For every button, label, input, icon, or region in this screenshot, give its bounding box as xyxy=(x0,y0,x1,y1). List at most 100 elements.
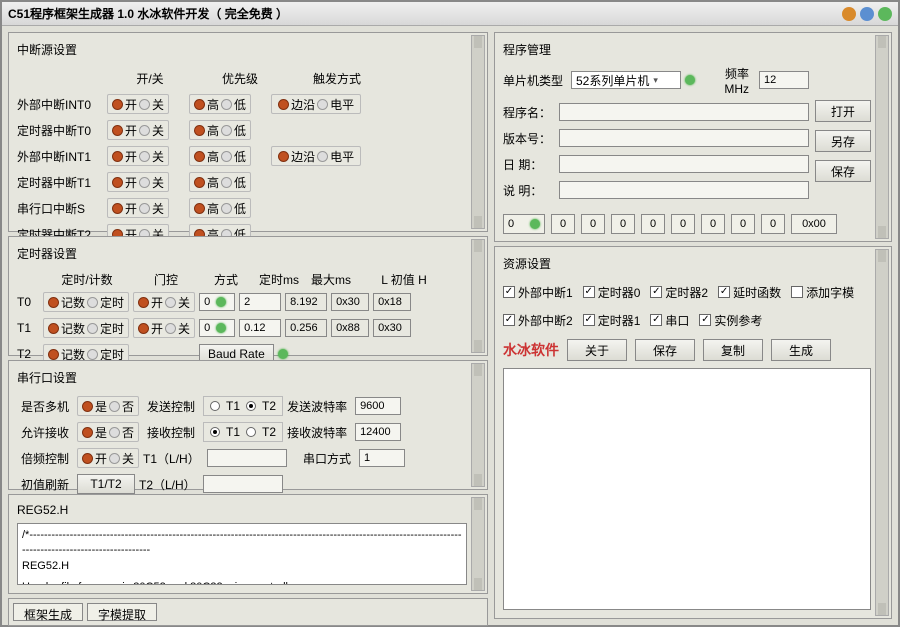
t2lh-input[interactable] xyxy=(203,475,283,493)
chk-example[interactable]: ✓实例参考 xyxy=(699,312,762,329)
res-save-button[interactable]: 保存 xyxy=(635,339,695,361)
chk-addfont[interactable]: 添加字模 xyxy=(791,284,854,301)
num-6[interactable]: 0 xyxy=(701,214,725,234)
titlebar: C51程序框架生成器 1.0 水冰软件开发（ 完全免费 ） xyxy=(2,2,898,26)
open-button[interactable]: 打开 xyxy=(815,100,871,122)
timer-t1-max: 0.256 xyxy=(285,319,327,337)
chk-t1[interactable]: ✓定时器1 xyxy=(583,312,641,329)
scrollbar[interactable] xyxy=(471,239,485,353)
num-first[interactable]: 0 xyxy=(503,214,545,234)
num-8[interactable]: 0 xyxy=(761,214,785,234)
timer-t0-mode[interactable]: 记数定时 xyxy=(43,292,129,312)
tab-extract[interactable]: 字模提取 xyxy=(87,603,157,621)
rxbaud-input[interactable]: 12400 xyxy=(355,423,401,441)
scrollbar[interactable] xyxy=(471,363,485,487)
header-trigger: 触发方式 xyxy=(287,70,387,87)
num-5[interactable]: 0 xyxy=(671,214,695,234)
scrollbar[interactable] xyxy=(471,497,485,591)
timer-t2-label: T2 xyxy=(17,347,39,361)
scrollbar[interactable] xyxy=(875,35,889,239)
int0-label: 外部中断INT0 xyxy=(17,96,103,113)
int0-trigger[interactable]: 边沿电平 xyxy=(271,94,361,114)
reg-textarea[interactable]: /*--------------------------------------… xyxy=(17,523,467,585)
led-icon xyxy=(685,75,695,85)
s-onoff[interactable]: 开关 xyxy=(107,198,169,218)
t0-label: 定时器中断T0 xyxy=(17,122,103,139)
header-onoff: 开/关 xyxy=(107,70,193,87)
int0-onoff[interactable]: 开关 xyxy=(107,94,169,114)
led-icon xyxy=(278,349,288,359)
window-title: C51程序框架生成器 1.0 水冰软件开发（ 完全免费 ） xyxy=(8,5,288,22)
t1lh-input[interactable] xyxy=(207,449,287,467)
num-last[interactable]: 0x00 xyxy=(791,214,837,234)
reg-panel-title: REG52.H xyxy=(17,501,467,523)
t1-priority[interactable]: 高低 xyxy=(189,172,251,192)
s-priority[interactable]: 高低 xyxy=(189,198,251,218)
timer-t0-initH: 0x18 xyxy=(373,293,411,311)
mcutype-dropdown[interactable]: 52系列单片机 xyxy=(571,71,681,89)
chk-ext2[interactable]: ✓外部中断2 xyxy=(503,312,573,329)
logo-text: 水冰软件 xyxy=(503,340,559,360)
desc-input[interactable] xyxy=(559,181,809,199)
timer-t1-ms[interactable]: 0.12 xyxy=(239,319,281,337)
serial-mode-input[interactable]: 1 xyxy=(359,449,405,467)
serial-panel-title: 串行口设置 xyxy=(17,367,467,392)
progname-input[interactable] xyxy=(559,103,809,121)
timer-t0-label: T0 xyxy=(17,295,39,309)
int1-onoff[interactable]: 开关 xyxy=(107,146,169,166)
save-button[interactable]: 保存 xyxy=(815,160,871,182)
chk-delay[interactable]: ✓延时函数 xyxy=(718,284,781,301)
timer-t0-method[interactable]: 0 xyxy=(199,293,235,311)
t1t2-button[interactable]: T1/T2 xyxy=(77,474,135,494)
t0-priority[interactable]: 高低 xyxy=(189,120,251,140)
timer-t1-initL: 0x88 xyxy=(331,319,369,337)
timer-t1-label: T1 xyxy=(17,321,39,335)
timer-t0-ms[interactable]: 2 xyxy=(239,293,281,311)
saveas-button[interactable]: 另存 xyxy=(815,130,871,152)
chk-ext1[interactable]: ✓外部中断1 xyxy=(503,284,573,301)
int1-priority[interactable]: 高低 xyxy=(189,146,251,166)
timer-t1-method[interactable]: 0 xyxy=(199,319,235,337)
timer-t0-gate[interactable]: 开关 xyxy=(133,292,195,312)
serial-multi[interactable]: 是否 xyxy=(77,396,139,416)
serial-txctrl[interactable]: T1T2 xyxy=(203,396,283,416)
interrupt-panel-title: 中断源设置 xyxy=(17,39,467,64)
scrollbar[interactable] xyxy=(875,249,889,616)
chk-t0[interactable]: ✓定时器0 xyxy=(583,284,641,301)
int1-trigger[interactable]: 边沿电平 xyxy=(271,146,361,166)
s-label: 串行口中断S xyxy=(17,200,103,217)
maximize-icon[interactable] xyxy=(860,7,874,21)
scrollbar[interactable] xyxy=(471,35,485,229)
timer-t1-gate[interactable]: 开关 xyxy=(133,318,195,338)
chk-uart[interactable]: ✓串口 xyxy=(650,312,689,329)
timer-t1-mode[interactable]: 记数定时 xyxy=(43,318,129,338)
timer-t0-initL: 0x30 xyxy=(331,293,369,311)
txbaud-input[interactable]: 9600 xyxy=(355,397,401,415)
date-input[interactable] xyxy=(559,155,809,173)
close-icon[interactable] xyxy=(878,7,892,21)
tab-generate[interactable]: 框架生成 xyxy=(13,603,83,621)
serial-doublefreq[interactable]: 开关 xyxy=(77,448,139,468)
header-priority: 优先级 xyxy=(197,70,283,87)
num-2[interactable]: 0 xyxy=(581,214,605,234)
chk-t2[interactable]: ✓定时器2 xyxy=(650,284,708,301)
t1-onoff[interactable]: 开关 xyxy=(107,172,169,192)
t0-onoff[interactable]: 开关 xyxy=(107,120,169,140)
int0-priority[interactable]: 高低 xyxy=(189,94,251,114)
serial-rxctrl[interactable]: T1T2 xyxy=(203,422,283,442)
minimize-icon[interactable] xyxy=(842,7,856,21)
int1-label: 外部中断INT1 xyxy=(17,148,103,165)
output-textarea[interactable] xyxy=(503,368,871,610)
gen-button[interactable]: 生成 xyxy=(771,339,831,361)
num-3[interactable]: 0 xyxy=(611,214,635,234)
num-7[interactable]: 0 xyxy=(731,214,755,234)
serial-allowrx[interactable]: 是否 xyxy=(77,422,139,442)
freq-input[interactable]: 12 xyxy=(759,71,809,89)
timer-panel-title: 定时器设置 xyxy=(17,243,467,268)
about-button[interactable]: 关于 xyxy=(567,339,627,361)
num-1[interactable]: 0 xyxy=(551,214,575,234)
version-input[interactable] xyxy=(559,129,809,147)
t1-label: 定时器中断T1 xyxy=(17,174,103,191)
num-4[interactable]: 0 xyxy=(641,214,665,234)
copy-button[interactable]: 复制 xyxy=(703,339,763,361)
